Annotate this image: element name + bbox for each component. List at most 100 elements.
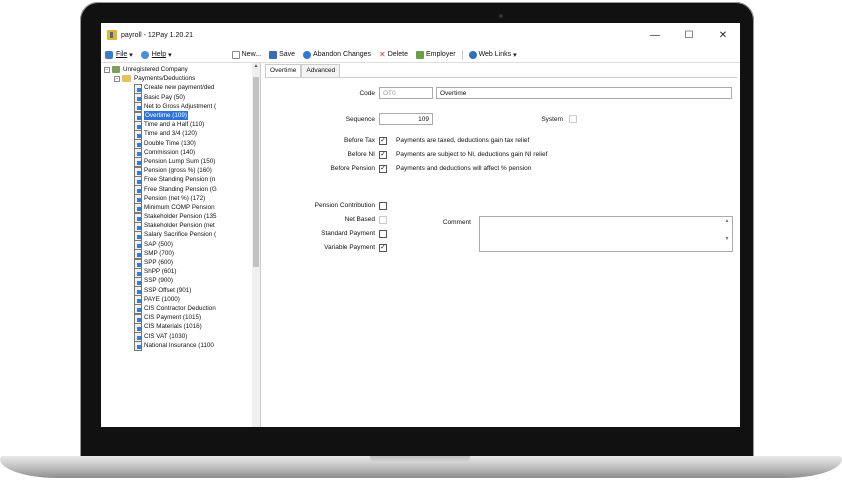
- payment-item-icon: [134, 185, 142, 196]
- tree-item[interactable]: PAYE (1000): [104, 295, 260, 306]
- payment-item-icon: [134, 93, 142, 104]
- tab-advanced[interactable]: Advanced: [301, 64, 341, 77]
- standard-payment-checkbox[interactable]: [379, 230, 387, 238]
- tree-item[interactable]: SMP (700): [104, 249, 260, 260]
- system-label: System: [541, 116, 563, 123]
- tree-item[interactable]: SSP (900): [104, 276, 260, 287]
- employer-button-label: Employer: [425, 51, 456, 58]
- help-menu-label: Help: [151, 51, 167, 58]
- payment-item-icon: [134, 203, 142, 214]
- payment-item-icon: [134, 295, 142, 306]
- comment-label: Comment: [442, 219, 471, 226]
- before-ni-checkbox[interactable]: ✓: [379, 151, 387, 159]
- payment-item-icon: [134, 83, 142, 94]
- scroll-up-arrow-icon[interactable]: ▲: [252, 63, 260, 71]
- tree-item-label: ShPP (601): [144, 268, 177, 276]
- code-field[interactable]: OT0: [379, 87, 433, 99]
- new-button[interactable]: New...: [228, 50, 265, 59]
- tree-item-label: Stakeholder Pension (net: [144, 222, 215, 230]
- tree-item[interactable]: Time and a Half (110): [104, 120, 260, 131]
- tree-item[interactable]: National Insurance (1100: [104, 341, 260, 352]
- before-pension-checkbox[interactable]: ✓: [379, 165, 387, 173]
- tree-item[interactable]: Free Standing Pension (G: [104, 184, 260, 196]
- tree-item-label: Free Standing Pension (G: [144, 185, 217, 193]
- tree-item[interactable]: CIS Contractor Deduction: [104, 304, 260, 315]
- before-pension-label: Before Pension: [330, 165, 375, 172]
- payment-item-icon: [134, 120, 142, 131]
- maximize-button[interactable]: ☐: [672, 23, 706, 47]
- tree-item[interactable]: SAP (500): [104, 240, 260, 251]
- tree-item-label: CIS Payment (1015): [144, 314, 202, 322]
- tree-item[interactable]: Create new payment/ded: [104, 83, 260, 94]
- payment-item-icon: [134, 129, 142, 140]
- tree-item[interactable]: Stakeholder Pension (135: [104, 212, 260, 223]
- employer-button[interactable]: Employer: [412, 50, 460, 59]
- collapse-icon[interactable]: −: [104, 66, 110, 73]
- web-links-button[interactable]: Web Links ▾: [465, 50, 521, 59]
- sequence-field[interactable]: 109: [379, 113, 433, 125]
- tree-folder-label: Payments/Deductions: [134, 75, 196, 83]
- tab-overtime[interactable]: Overtime: [265, 64, 302, 77]
- tree-root-row[interactable]: − Unregistered Company: [104, 65, 260, 74]
- tree-item-label: SAP (500): [144, 240, 173, 248]
- close-button[interactable]: ✕: [706, 23, 740, 47]
- delete-button-label: Delete: [387, 51, 408, 58]
- payment-item-icon: [134, 166, 142, 177]
- variable-payment-label: Variable Payment: [324, 244, 375, 251]
- comment-textarea[interactable]: ▲ ▼: [479, 216, 733, 252]
- payment-item-icon: [134, 313, 142, 324]
- navigation-tree: − Unregistered Company − Payments/Deduction…: [101, 63, 261, 427]
- net-based-checkbox[interactable]: [379, 216, 387, 224]
- abandon-changes-label: Abandon Changes: [313, 51, 372, 58]
- tree-item[interactable]: ShPP (601): [104, 267, 260, 278]
- name-field[interactable]: Overtime: [436, 87, 732, 99]
- tree-item[interactable]: Stakeholder Pension (net: [104, 221, 260, 232]
- tree-scroll-thumb[interactable]: [253, 77, 259, 267]
- before-tax-checkbox[interactable]: ✓: [379, 137, 387, 145]
- tree-item[interactable]: Free Standing Pension (n: [104, 175, 260, 186]
- minimize-button[interactable]: —: [638, 23, 672, 47]
- tree-item[interactable]: Net to Gross Adjustment (: [104, 102, 260, 113]
- abandon-changes-button[interactable]: Abandon Changes: [299, 50, 375, 59]
- tree-item[interactable]: Pension (gross %) (160): [104, 166, 260, 177]
- code-label: Code: [359, 90, 375, 97]
- tree-item-label: SMP (700): [144, 249, 174, 257]
- tree-item[interactable]: CIS Materials (1016): [104, 322, 260, 333]
- pension-contribution-checkbox[interactable]: [379, 202, 387, 210]
- system-checkbox[interactable]: [569, 115, 577, 123]
- tree-item[interactable]: Minimum COMP Pension: [104, 203, 260, 214]
- tree-item[interactable]: Commission (140): [104, 148, 260, 159]
- variable-payment-checkbox[interactable]: ✓: [379, 244, 387, 252]
- tree-item[interactable]: SPP (600): [104, 258, 260, 269]
- tree-item[interactable]: CIS Payment (1015): [104, 313, 260, 324]
- company-icon: [112, 66, 120, 74]
- tree-item[interactable]: Double Time (130): [104, 139, 260, 150]
- comment-scrollbar[interactable]: ▲ ▼: [723, 218, 731, 250]
- save-button[interactable]: Save: [265, 50, 299, 59]
- save-icon: [269, 50, 278, 59]
- tree-item[interactable]: Overtime (109): [104, 111, 260, 122]
- tree-item[interactable]: CIS VAT (1030): [104, 331, 260, 343]
- web-links-label: Web Links: [478, 51, 512, 58]
- net-based-label: Net Based: [344, 216, 375, 223]
- tree-item[interactable]: SSP Offset (901): [104, 286, 260, 297]
- help-icon: [140, 50, 149, 59]
- tree-root-label: Unregistered Company: [123, 66, 188, 74]
- tree-item-label: Pension (net %) (172): [144, 194, 206, 202]
- tree-item-label: Time and a Half (110): [144, 121, 205, 129]
- tree-item-label: CIS Materials (1016): [144, 323, 202, 331]
- tree-item[interactable]: Pension Lump Sum (150): [104, 157, 260, 168]
- file-menu[interactable]: File ▾: [101, 50, 137, 59]
- help-menu[interactable]: Help ▾: [137, 50, 176, 59]
- collapse-icon[interactable]: −: [114, 75, 120, 82]
- payment-item-icon: [134, 221, 142, 232]
- delete-button[interactable]: ✕ Delete: [375, 50, 412, 59]
- file-menu-label: File: [116, 51, 128, 58]
- before-pension-note: Payments and deductions will affect % pe…: [396, 165, 532, 172]
- tree-item[interactable]: Pension (net %) (172): [104, 194, 260, 205]
- tree-folder-row[interactable]: − Payments/Deductions: [104, 74, 260, 83]
- tree-item[interactable]: Basic Pay (50): [104, 93, 260, 104]
- tree-item[interactable]: Salary Sacrifice Pension (: [104, 230, 260, 241]
- tree-item[interactable]: Time and 3/4 (120): [104, 129, 260, 140]
- tree-scrollbar[interactable]: ▲: [252, 63, 260, 427]
